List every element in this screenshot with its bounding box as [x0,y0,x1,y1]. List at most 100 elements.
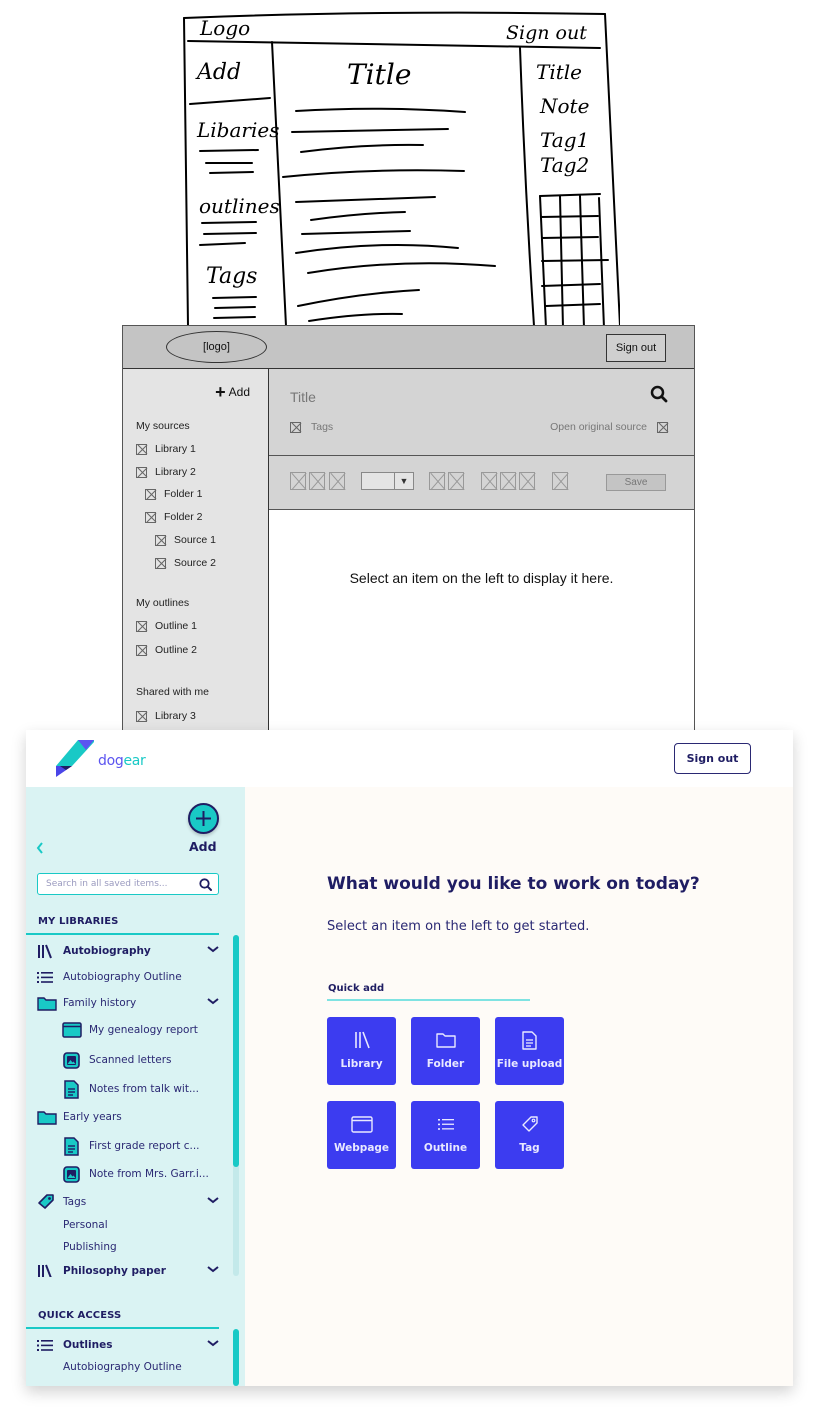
tree-item-first-grade-report[interactable]: First grade report c... [26,1135,236,1157]
quick-add-webpage-button[interactable]: Webpage [327,1101,396,1169]
tree-item-family-history[interactable]: Family history [26,992,236,1014]
search-field[interactable] [37,873,219,895]
item-label: Publishing [63,1241,117,1253]
dogear-mockup: dogear Sign out Add MY LIBRARIES Autobio… [26,730,793,1386]
chevron-down-icon[interactable] [207,1195,219,1208]
quick-add-file-upload-button[interactable]: File upload [495,1017,564,1085]
tree-item-notes-from-talk[interactable]: Notes from talk wit... [26,1078,236,1100]
add-button[interactable] [188,803,219,834]
wireframe-tags[interactable]: Tags [290,421,333,433]
plus-icon: + [215,382,226,402]
folder-icon [435,1030,456,1050]
wireframe-sidebar-item[interactable]: Library 1 [136,443,196,455]
hand-drawn-sketch: Logo Sign out Add Libaries outlines Tags… [180,8,620,328]
wireframe-sign-out-button[interactable]: Sign out [606,334,666,362]
tile-label: Webpage [333,1142,390,1154]
toolbar-placeholder-button[interactable] [329,472,345,490]
sketch-outlines: outlines [199,194,280,218]
toolbar-placeholder-button[interactable] [448,472,464,490]
webpage-icon [350,1114,373,1134]
sign-out-button[interactable]: Sign out [674,743,751,774]
tree-item-tag-personal[interactable]: Personal [26,1214,236,1236]
tree-item-my-genealogy-report[interactable]: My genealogy report [26,1019,236,1041]
wireframe-content-area: Select an item on the left to display it… [269,510,694,730]
tag-icon [521,1114,539,1134]
toolbar-placeholder-button[interactable] [519,472,535,490]
tree-item-scanned-letters[interactable]: Scanned letters [26,1049,236,1071]
wireframe-section-heading: My sources [136,420,190,432]
quick-add-tag-button[interactable]: Tag [495,1101,564,1169]
wireframe-empty-message: Select an item on the left to display it… [349,570,614,586]
wireframe-sidebar-item[interactable]: Folder 2 [145,511,203,523]
quick-access-outlines[interactable]: Outlines [26,1334,236,1356]
chevron-down-icon[interactable] [207,1338,219,1351]
tree-item-tag-publishing[interactable]: Publishing [26,1236,236,1258]
wireframe-save-button[interactable]: Save [606,474,666,491]
toolbar-placeholder-button[interactable] [481,472,497,490]
dogear-wordmark: dogear [98,753,146,769]
collapse-sidebar-chevron-left-icon[interactable] [36,840,44,858]
wireframe-title: Title [290,389,316,405]
wireframe-sidebar-item[interactable]: Source 1 [155,534,216,546]
tag-icon [37,1194,55,1210]
tree-item-early-years[interactable]: Early years [26,1106,236,1128]
tree-item-tags[interactable]: Tags [26,1191,236,1213]
toolbar-placeholder-button[interactable] [500,472,516,490]
tree-item-autobiography[interactable]: Autobiography [26,940,236,962]
dogear-logo[interactable]: dogear [56,740,146,778]
quick-add-folder-button[interactable]: Folder [411,1017,480,1085]
folder-icon [37,996,57,1011]
quick-add-outline-button[interactable]: Outline [411,1101,480,1169]
placeholder-icon [136,644,147,656]
chevron-down-icon[interactable] [207,944,219,957]
section-divider [26,1327,219,1329]
toolbar-placeholder-button[interactable] [290,472,306,490]
toolbar-placeholder-button[interactable] [309,472,325,490]
search-icon[interactable] [650,385,668,408]
chevron-down-icon[interactable] [207,996,219,1009]
item-label: Family history [63,997,137,1009]
tree-item-note-from-mrs-garr[interactable]: Note from Mrs. Garr.i... [26,1163,236,1185]
item-label: Notes from talk wit... [89,1083,199,1095]
sketch-title: Title [347,58,412,91]
search-input[interactable] [46,879,196,889]
quick-access-autobiography-outline[interactable]: Autobiography Outline [26,1356,236,1378]
tile-label: File upload [496,1058,563,1070]
outline-list-icon [37,971,53,984]
placeholder-icon [155,534,166,546]
search-icon[interactable] [199,877,212,891]
page-title: What would you like to work on today? [327,874,700,894]
library-icon [354,1030,370,1050]
outline-list-icon [437,1114,454,1134]
sketch-tag2: Tag2 [540,153,590,177]
quick-add-divider [327,999,530,1001]
plus-icon [196,811,211,826]
tree-item-autobiography-outline[interactable]: Autobiography Outline [26,966,236,988]
my-libraries-heading: MY LIBRARIES [38,916,119,927]
app-header: dogear Sign out [26,730,793,787]
add-label[interactable]: Add [189,839,217,854]
toolbar-placeholder-button[interactable] [429,472,445,490]
sketch-note: Note [540,94,590,118]
wireframe-sidebar-item[interactable]: Outline 2 [136,644,197,656]
item-label: Scanned letters [89,1054,172,1066]
wireframe-add-button[interactable]: + Add [215,382,250,402]
placeholder-icon [290,421,301,433]
wireframe-sidebar-item[interactable]: Library 3 [136,710,196,722]
dropdown-arrow-icon: ▼ [394,473,413,489]
toolbar-dropdown[interactable]: ▼ [361,472,414,490]
wireframe-sidebar-item[interactable]: Folder 1 [145,488,203,500]
image-icon [63,1051,80,1069]
item-label: Folder 1 [164,488,203,500]
quick-add-library-button[interactable]: Library [327,1017,396,1085]
toolbar-placeholder-button[interactable] [552,472,568,490]
image-icon [63,1165,80,1183]
wireframe-sidebar-item[interactable]: Outline 1 [136,620,197,632]
tree-item-philosophy-paper[interactable]: Philosophy paper [26,1260,236,1277]
chevron-down-icon[interactable] [207,1264,219,1277]
wireframe-sidebar-item[interactable]: Source 2 [155,557,216,569]
item-label: Autobiography Outline [63,1361,182,1373]
wireframe-sidebar-item[interactable]: Library 2 [136,466,196,478]
item-label: First grade report c... [89,1140,200,1152]
wireframe-open-original-source[interactable]: Open original source [550,421,668,433]
